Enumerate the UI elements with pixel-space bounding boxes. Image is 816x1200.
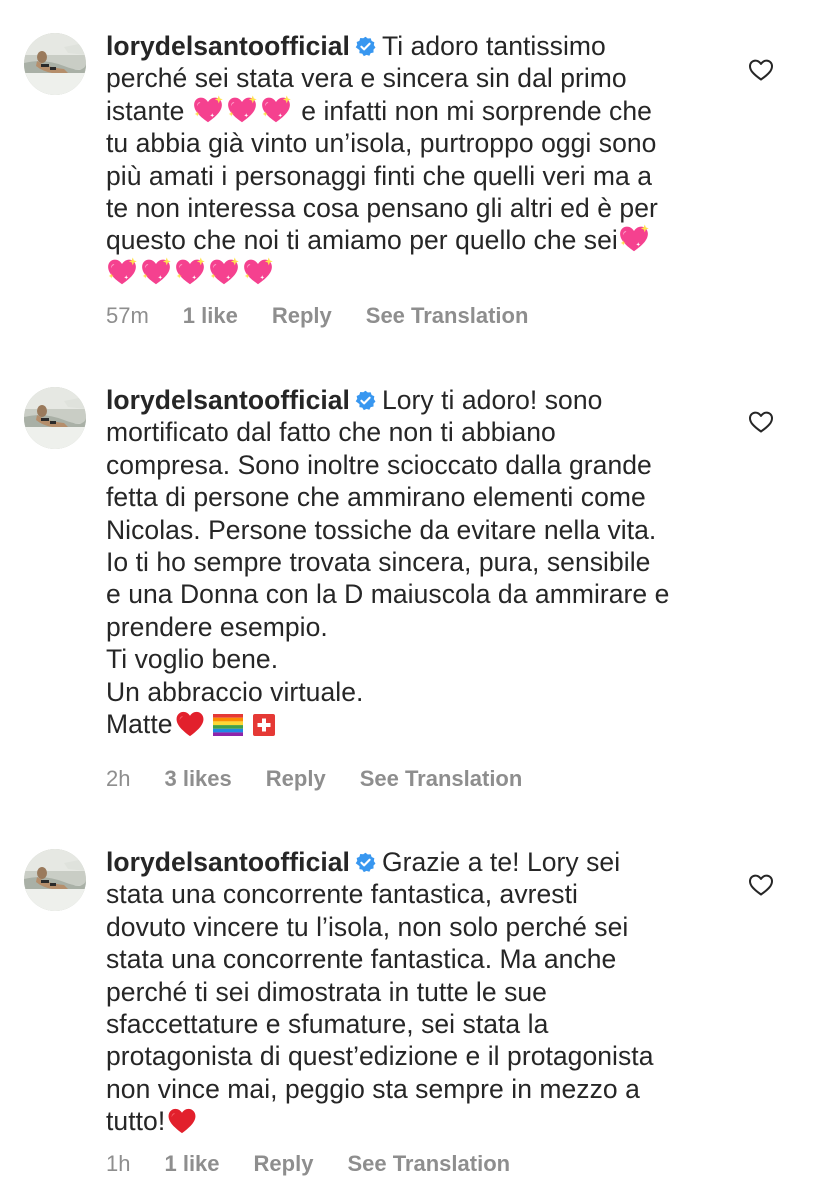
avatar[interactable]	[24, 849, 86, 911]
like-heart-icon[interactable]	[748, 410, 774, 434]
comment-line: Io ti ho sempre trovata sincera, pura, s…	[106, 547, 651, 578]
comment-line: Lory ti adoro! sono	[381, 385, 603, 415]
username[interactable]: lorydelsantoofficial	[106, 847, 350, 877]
sparkling-heart-icon	[260, 95, 292, 125]
see-translation-link[interactable]: See Translation	[347, 1151, 510, 1177]
avatar[interactable]	[24, 33, 86, 95]
comment-line: e infatti non mi sorprende che	[301, 95, 652, 126]
comment-line: Grazie a te! Lory sei	[381, 847, 621, 877]
comment-meta: 1h 1 like Reply See Translation	[106, 1151, 544, 1177]
comment-line: Matte	[106, 709, 173, 740]
comment-line: Ti adoro tantissimo	[381, 31, 606, 61]
comment-line: prendere esempio.	[106, 611, 328, 642]
comment-line: perché sei stata vera e sincera sin dal …	[106, 63, 627, 94]
comment-line: stata una concorrente fantastica. Ma anc…	[106, 944, 617, 975]
comment-line: Nicolas. Persone tossiche da evitare nel…	[106, 514, 657, 545]
comment-line: fetta di persone che ammirano elementi c…	[106, 482, 646, 513]
verified-badge-icon	[355, 390, 376, 411]
likes-count[interactable]: 3 likes	[164, 766, 231, 792]
comment-text: lorydelsantoofficial Ti adoro tantissimo …	[106, 30, 736, 289]
username[interactable]: lorydelsantoofficial	[106, 385, 350, 415]
sparkling-heart-icon	[226, 95, 258, 125]
sparkling-heart-icon	[106, 257, 138, 287]
swiss-flag-icon	[253, 714, 275, 736]
comment-line: dovuto vincere tu l’isola, non solo perc…	[106, 911, 629, 942]
timestamp: 1h	[106, 1151, 131, 1176]
reply-button[interactable]: Reply	[272, 303, 332, 329]
sparkling-heart-icon	[242, 257, 274, 287]
comment-text: lorydelsantoofficial Lory ti adoro! sono …	[106, 384, 736, 740]
like-heart-icon[interactable]	[748, 58, 774, 82]
like-heart-icon[interactable]	[748, 873, 774, 897]
avatar[interactable]	[24, 387, 86, 449]
see-translation-link[interactable]: See Translation	[366, 303, 529, 329]
red-heart-icon	[167, 1107, 197, 1135]
timestamp: 57m	[106, 303, 149, 328]
comment-line: Ti voglio bene.	[106, 644, 279, 675]
comment-line: sfaccettature e sfumature, sei stata la	[106, 1009, 549, 1040]
comment-meta: 57m 1 like Reply See Translation	[106, 303, 562, 329]
verified-badge-icon	[355, 36, 376, 57]
comment-line: compresa. Sono inoltre scioccato dalla g…	[106, 449, 652, 480]
sparkling-heart-icon	[174, 257, 206, 287]
comment-line: protagonista di quest’edizione e il prot…	[106, 1041, 654, 1072]
reply-button[interactable]: Reply	[266, 766, 326, 792]
likes-count[interactable]: 1 like	[183, 303, 238, 329]
comment-line: non vince mai, peggio sta sempre in mezz…	[106, 1073, 640, 1104]
comment-line: mortificato dal fatto che non ti abbiano	[106, 417, 556, 448]
likes-count[interactable]: 1 like	[164, 1151, 219, 1177]
username[interactable]: lorydelsantoofficial	[106, 31, 350, 61]
comment-line: stata una concorrente fantastica, avrest…	[106, 879, 578, 910]
verified-badge-icon	[355, 852, 376, 873]
comment-line: tu abbia già vinto un’isola, purtroppo o…	[106, 128, 657, 159]
sparkling-heart-icon	[140, 257, 172, 287]
sparkling-heart-icon	[208, 257, 240, 287]
comment-line: più amati i personaggi finti che quelli …	[106, 160, 652, 191]
red-heart-icon	[175, 710, 205, 738]
comment-line: perché ti sei dimostrata in tutte le sue	[106, 976, 547, 1007]
see-translation-link[interactable]: See Translation	[360, 766, 523, 792]
comment-line: e una Donna con la D maiuscola da ammira…	[106, 579, 670, 610]
comment-meta: 2h 3 likes Reply See Translation	[106, 766, 556, 792]
comment-line: te non interessa cosa pensano gli altri …	[106, 193, 658, 224]
comment-line: Un abbraccio virtuale.	[106, 676, 364, 707]
reply-button[interactable]: Reply	[254, 1151, 314, 1177]
sparkling-heart-icon	[618, 224, 650, 254]
rainbow-flag-icon	[213, 714, 243, 736]
comment-line: istante	[106, 95, 185, 126]
sparkling-heart-icon	[192, 95, 224, 125]
comment-text: lorydelsantoofficial Grazie a te! Lory se…	[106, 846, 736, 1138]
comment-line: tutto!	[106, 1106, 166, 1137]
timestamp: 2h	[106, 766, 131, 791]
comment-line: questo che noi ti amiamo per quello che …	[106, 225, 618, 256]
